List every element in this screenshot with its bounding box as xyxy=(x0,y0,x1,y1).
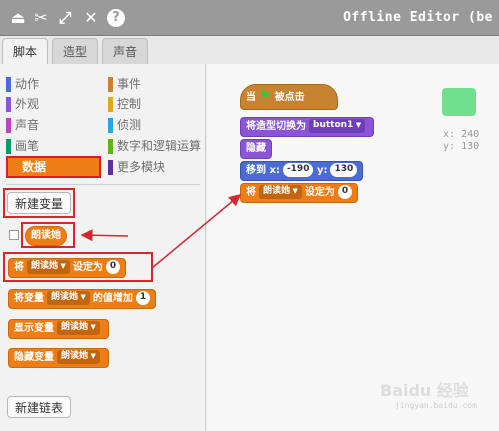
tab-sounds[interactable]: 声音 xyxy=(102,38,149,64)
watermark-logo: Baidu 经验 xyxy=(380,381,469,400)
toolbar: ⏏ ✂ ⤢ ✕ ? Offline Editor (be xyxy=(0,0,499,36)
script-set-variable-block[interactable]: 将朗读她设定为0 xyxy=(240,183,359,203)
green-flag-icon: ⚑ xyxy=(259,89,272,104)
hide-variable-block[interactable]: 隐藏变量 朗读她 xyxy=(8,348,109,368)
palette-divider xyxy=(6,184,200,185)
category-motion[interactable]: 动作 xyxy=(6,76,39,93)
category-events[interactable]: 事件 xyxy=(108,76,141,93)
stage-x-readout: x: 240 xyxy=(443,129,480,140)
category-operators[interactable]: 数字和逻辑运算 xyxy=(108,138,201,155)
go-to-xy-block[interactable]: 移到 x: -190 y: 130 xyxy=(240,161,364,181)
category-looks[interactable]: 外观 xyxy=(6,96,39,113)
person-icon[interactable]: ⏏ xyxy=(9,9,27,27)
category-sound[interactable]: 声音 xyxy=(6,117,39,134)
category-data[interactable]: 数据 xyxy=(6,156,101,178)
show-variable-block[interactable]: 显示变量 朗读她 xyxy=(8,319,109,339)
shrink-icon[interactable]: ✕ xyxy=(82,9,100,27)
tab-scripts[interactable]: 脚本 xyxy=(2,38,49,65)
new-variable-button[interactable]: 新建变量 xyxy=(7,192,71,214)
sprite-thumbnail[interactable] xyxy=(442,88,476,116)
editor-tabs: 脚本 造型 声音 xyxy=(0,38,220,65)
category-sensing[interactable]: 侦测 xyxy=(108,117,141,134)
new-list-button[interactable]: 新建链表 xyxy=(7,396,71,418)
app-title: Offline Editor (be xyxy=(343,10,493,25)
watermark-url: jingyan.baidu.com xyxy=(395,401,477,410)
block-palette: 动作 外观 声音 画笔 数据 事件 控制 侦测 数字和逻辑运算 更多模块 新建变… xyxy=(0,64,206,431)
variable-reporter[interactable]: 朗读她 xyxy=(25,226,67,246)
help-icon[interactable]: ? xyxy=(107,9,125,27)
hide-sprite-block[interactable]: 隐藏 xyxy=(240,139,272,159)
tab-costumes[interactable]: 造型 xyxy=(52,38,99,64)
switch-costume-block[interactable]: 将造型切换为 button1 xyxy=(240,117,375,137)
when-flag-clicked-block[interactable]: 当 ⚑ 被点击 xyxy=(240,84,338,110)
stage-y-readout: y: 130 xyxy=(443,141,480,152)
scissors-icon[interactable]: ✂ xyxy=(32,9,50,27)
category-more-blocks[interactable]: 更多模块 xyxy=(108,159,165,176)
variable-checkbox[interactable] xyxy=(9,230,19,240)
change-variable-block[interactable]: 将变量朗读她的值增加1 xyxy=(8,289,157,309)
set-variable-block[interactable]: 将朗读她设定为0 xyxy=(8,258,127,278)
category-control[interactable]: 控制 xyxy=(108,96,141,113)
expand-icon[interactable]: ⤢ xyxy=(56,9,74,27)
category-pen[interactable]: 画笔 xyxy=(6,138,39,155)
